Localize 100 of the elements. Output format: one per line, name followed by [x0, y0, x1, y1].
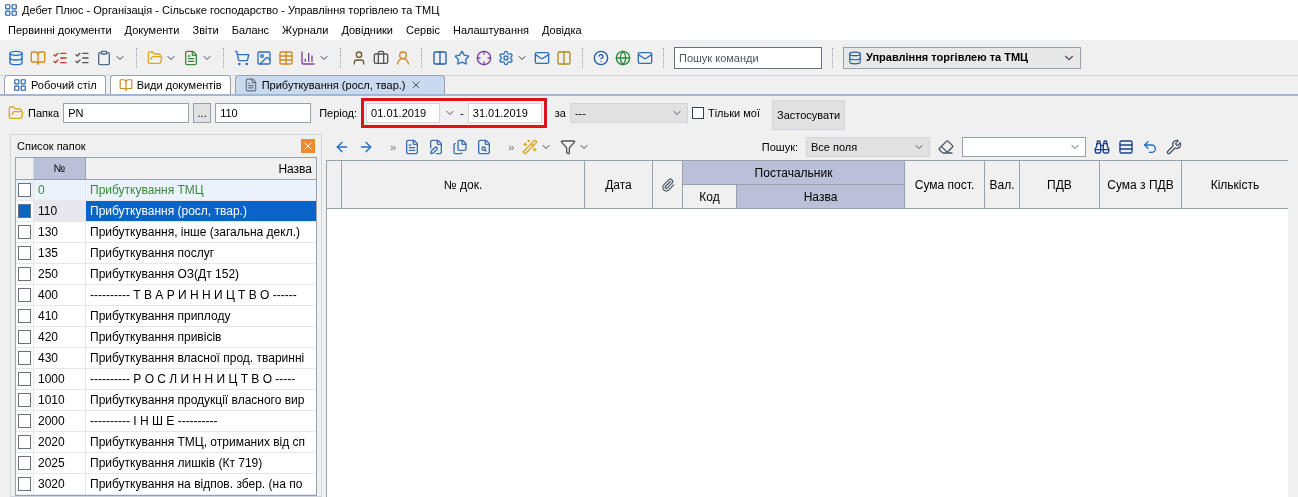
menu-item[interactable]: Баланс [231, 21, 270, 39]
row-checkbox[interactable] [18, 351, 31, 365]
column-header[interactable]: Постачальник [683, 161, 904, 185]
folder-field[interactable]: PN [63, 103, 190, 123]
new-document-icon[interactable] [404, 139, 421, 155]
folder-row[interactable]: 2000 ---------- І Н Ш Е ---------- [16, 411, 316, 432]
wrench-icon[interactable] [1166, 139, 1182, 155]
search-field[interactable] [962, 137, 1086, 157]
mail-icon[interactable] [534, 49, 550, 66]
row-checkbox[interactable] [18, 267, 31, 281]
folder-row[interactable]: 110 Прибуткування (росл, твар.) [16, 201, 316, 222]
folder-row[interactable]: 3020 Прибуткування на відпов. збер. (на по [16, 474, 316, 495]
column-header[interactable]: Сума з ПДВ [1100, 161, 1182, 208]
folder-row[interactable]: 410 Прибуткування приплоду [16, 306, 316, 327]
folder-row[interactable]: 1000 ---------- Р О С Л И Н Н И Ц Т В О ----- [16, 369, 316, 390]
folder-row[interactable]: 135 Прибуткування послуг [16, 243, 316, 264]
star-icon[interactable] [454, 49, 470, 66]
command-search-field[interactable]: Пошук команди [674, 46, 822, 69]
image-icon[interactable] [256, 49, 272, 66]
column-header[interactable]: ПДВ [1020, 161, 1100, 208]
column-header[interactable]: Вал. [985, 161, 1020, 208]
forward-icon[interactable] [358, 139, 374, 155]
code-field[interactable]: 110 [215, 103, 312, 123]
row-checkbox[interactable] [18, 330, 31, 344]
back-icon[interactable] [334, 139, 350, 155]
folder-row[interactable]: 250 Прибуткування ОЗ(Дт 152) [16, 264, 316, 285]
module-select[interactable]: Управління торгівлею та ТМЦ [843, 46, 1081, 69]
browse-button[interactable]: ... [193, 103, 212, 123]
apply-button[interactable]: Застосувати [772, 100, 846, 130]
table-icon[interactable] [278, 49, 294, 66]
settings-icon[interactable] [498, 49, 514, 66]
row-checkbox[interactable] [18, 372, 31, 386]
column-header[interactable]: Сума пост. [905, 161, 985, 208]
date-to-field[interactable]: 31.01.2019 [467, 103, 542, 123]
folder-row[interactable]: 420 Прибуткування привісів [16, 327, 316, 348]
row-checkbox[interactable] [18, 309, 31, 323]
checkbox[interactable] [691, 107, 704, 119]
by-select[interactable]: --- [569, 103, 688, 123]
briefcase-icon[interactable] [373, 49, 389, 66]
code-cell: 130 [34, 222, 86, 242]
envelope-icon[interactable] [637, 49, 653, 66]
more-button[interactable]: » [508, 138, 515, 156]
folder-row[interactable]: 2025 Прибуткування лишків (Кт 719) [16, 453, 316, 474]
user-icon[interactable] [395, 49, 411, 66]
cart-icon[interactable] [234, 49, 250, 66]
menu-item[interactable]: Первинні документи [8, 21, 112, 39]
folder-row[interactable]: 130 Прибуткування, інше (загальна декл.) [16, 222, 316, 243]
chart-icon[interactable] [300, 49, 316, 66]
panel-icon[interactable] [432, 49, 448, 66]
tab[interactable]: Види документів [109, 75, 231, 94]
help-icon[interactable] [593, 49, 609, 66]
column-header[interactable]: Назва [737, 185, 904, 208]
column-header[interactable]: Кількість [1182, 161, 1288, 208]
row-checkbox[interactable] [18, 204, 31, 218]
close-icon[interactable] [301, 139, 315, 153]
menu-item[interactable]: Довідка [542, 21, 582, 39]
row-checkbox[interactable] [18, 288, 31, 302]
folder-row[interactable]: 430 Прибуткування власної прод. тваринні [16, 348, 316, 369]
row-checkbox[interactable] [18, 414, 31, 428]
folder-row[interactable]: 400 ---------- Т В А Р И Н Н И Ц Т В О ------ [16, 285, 316, 306]
column-header[interactable]: № [34, 158, 86, 179]
row-checkbox[interactable] [18, 246, 31, 260]
edit-icon[interactable] [428, 139, 445, 155]
date-from-field[interactable]: 01.01.2019 [366, 103, 441, 123]
column-header[interactable]: № док. [342, 161, 585, 208]
column-header[interactable]: Назва [86, 158, 316, 179]
person-icon[interactable] [351, 49, 367, 66]
menu-item[interactable]: Журнали [282, 21, 329, 39]
menu-item[interactable]: Сервіс [406, 21, 440, 39]
more-button[interactable]: » [390, 138, 397, 156]
folder-row[interactable]: 1010 Прибуткування продукції власного вир [16, 390, 316, 411]
preview-icon[interactable] [476, 139, 493, 155]
folder-row[interactable]: 0 Прибуткування ТМЦ [16, 180, 316, 201]
folder-row[interactable]: 2020 Прибуткування ТМЦ, отриманих від сп [16, 432, 316, 453]
menu-item[interactable]: Налаштування [452, 21, 529, 39]
column-header[interactable]: Дата [585, 161, 653, 208]
database-icon[interactable] [8, 49, 24, 66]
globe-icon[interactable] [615, 49, 631, 66]
row-checkbox[interactable] [18, 393, 31, 407]
tab[interactable]: Робочий стіл [4, 75, 106, 94]
row-checkbox[interactable] [18, 225, 31, 239]
document-icon[interactable] [183, 49, 199, 66]
menu-item[interactable]: Довідники [341, 21, 393, 39]
row-checkbox[interactable] [18, 456, 31, 470]
tab[interactable]: Прибуткування (росл, твар.) [234, 75, 445, 94]
row-checkbox[interactable] [18, 477, 31, 491]
search-scope-select[interactable]: Все поля [806, 137, 930, 157]
copy-icon[interactable] [452, 139, 469, 155]
crosshair-icon[interactable] [476, 49, 492, 66]
menu-item[interactable]: Звіти [192, 21, 219, 39]
row-checkbox[interactable] [18, 183, 31, 197]
book-icon[interactable] [30, 49, 46, 66]
search-icon[interactable] [1094, 139, 1110, 155]
undo-icon[interactable] [1142, 139, 1158, 155]
row-checkbox[interactable] [18, 435, 31, 449]
filter-icon[interactable] [560, 139, 577, 155]
clipboard-icon[interactable] [96, 49, 112, 66]
rows-icon[interactable] [1118, 139, 1134, 155]
eraser-icon[interactable] [938, 139, 954, 155]
menu-item[interactable]: Документи [124, 21, 180, 39]
